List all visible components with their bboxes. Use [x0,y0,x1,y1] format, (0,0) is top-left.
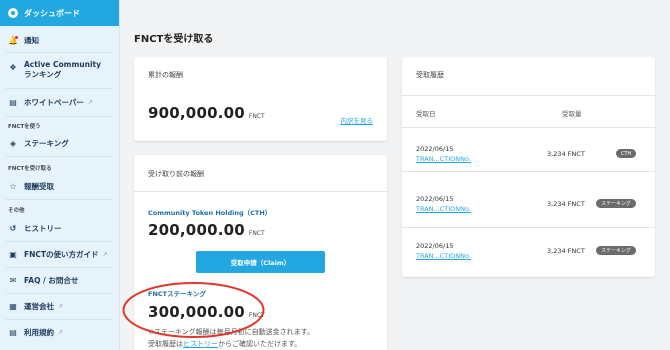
table-row: 2022/06/15 TRAN...CTIONNo. 3,234 FNCT ステ… [402,171,655,215]
row-date: 2022/06/15 [416,242,454,250]
sidebar-item-whitepaper[interactable]: ▤ ホワイトペーパー ↗ [0,96,93,108]
page-title: FNCTを受け取る [134,34,214,45]
mail-icon: ✉ [9,275,17,285]
layers-icon: ◈ [9,138,17,148]
staking-title: FNCTステーキング [148,290,206,298]
divider [6,199,113,200]
dashboard-icon [8,8,18,18]
sidebar-group-receive: FNCTを受け取る [8,166,52,172]
note-suffix: からご確認いただけます。 [218,340,302,348]
sidebar-item-label: FAQ / お問合せ [24,275,79,285]
pending-reward-card: 受け取り前の報酬 Community Token Holding（CTH） 20… [134,155,387,350]
staking-amount: 300,000.00 [148,303,245,321]
external-link-icon: ↗ [102,250,108,258]
document-icon: ▤ [9,327,17,337]
row-date: 2022/06/15 [416,145,454,153]
sidebar-item-ranking[interactable]: ❖ Active Community ランキング [0,60,118,82]
sidebar-item-label: 利用規約 [24,327,54,337]
trophy-icon: ❖ [9,63,17,72]
sidebar: ダッシュボード 🔔 通知 ❖ Active Community ランキング ▤ … [0,0,120,350]
cumulative-unit: FNCT [248,113,265,120]
history-link[interactable]: ヒストリー [183,340,218,348]
holding-amount: 200,000.00 [148,221,245,239]
row-transaction-link[interactable]: TRAN...CTIONNo. [416,155,471,163]
sidebar-item-dashboard[interactable]: ダッシュボード [0,0,119,26]
divider [6,156,113,157]
holding-unit: FNCT [248,230,265,237]
staking-note-line1: ※ステーキング報酬は毎月月初に自動送金されます。 [148,328,314,336]
sidebar-item-history[interactable]: ↺ ヒストリー [0,222,62,234]
type-badge: CTH [616,149,637,158]
holding-amount-row: 200,000.00 FNCT [148,221,265,239]
row-amount: 3,234 FNCT [547,150,585,158]
cumulative-amount-row: 900,000.00 FNCT [148,104,265,122]
row-transaction-link[interactable]: TRAN...CTIONNo. [416,205,471,213]
sidebar-item-notifications[interactable]: 🔔 通知 [0,34,39,46]
table-row: 2022/06/15 TRAN...CTIONNo. 3,234 FNCT ステ… [402,227,655,275]
sidebar-item-faq[interactable]: ✉ FAQ / お問合せ [0,274,79,286]
external-link-icon: ↗ [87,98,93,106]
divider [6,52,113,53]
sidebar-item-guide[interactable]: ▣ FNCTの使い方ガイド ↗ [0,248,108,260]
sidebar-item-label: 報酬受取 [24,181,54,191]
sidebar-group-use: FNCTを使う [8,124,41,130]
column-header-amount: 受取量 [562,110,582,118]
row-amount: 3,234 FNCT [547,247,585,255]
sidebar-item-label: 通知 [24,35,39,45]
divider [6,88,113,89]
divider [6,116,113,117]
staking-note-line2: 受取履歴はヒストリーからご確認いただけます。 [148,339,301,349]
claim-button[interactable]: 受取申請（Claim） [196,251,325,273]
breakdown-link[interactable]: 内訳を見る [341,115,374,125]
sidebar-item-label: ステーキング [24,138,69,148]
receipt-history-card: 受取履歴 受取日 受取量 2022/06/15 TRAN...CTIONNo. … [402,57,655,277]
sidebar-group-other: その他 [8,208,25,214]
divider [6,293,113,294]
divider [402,95,655,96]
sidebar-item-label: Active Community ランキング [24,60,102,79]
sidebar-item-label: ホワイトペーパー [24,97,84,107]
external-link-icon: ↗ [58,302,64,310]
sidebar-item-label: 運営会社 [24,301,54,311]
sidebar-item-label: ダッシュボード [24,8,80,18]
row-amount: 3,234 FNCT [547,200,585,208]
bell-icon: 🔔 [8,35,18,45]
external-link-icon: ↗ [58,328,64,336]
column-header-date: 受取日 [416,110,436,118]
divider [6,267,113,268]
pending-label: 受け取り前の報酬 [148,170,204,178]
cumulative-reward-card: 累計の報酬 900,000.00 FNCT 内訳を見る [134,57,387,141]
sidebar-item-reward-receive[interactable]: ☆ 報酬受取 [0,180,54,192]
cumulative-amount: 900,000.00 [148,104,245,122]
divider [134,191,387,192]
cumulative-label: 累計の報酬 [148,71,183,79]
type-badge: ステーキング [596,199,636,208]
staking-amount-row: 300,000.00 FNCT [148,303,265,321]
note-prefix: 受取履歴は [148,340,183,348]
row-date: 2022/06/15 [416,195,454,203]
staking-unit: FNCT [248,312,265,319]
type-badge: ステーキング [596,246,636,255]
star-icon: ☆ [9,181,17,191]
divider [6,319,113,320]
guide-icon: ▣ [9,249,17,259]
book-icon: ▤ [9,97,17,107]
table-row: 2022/06/15 TRAN...CTIONNo. 3,234 FNCT CT… [402,127,655,171]
history-title: 受取履歴 [416,71,444,79]
divider [6,241,113,242]
sidebar-item-label: ヒストリー [24,223,62,233]
history-icon: ↺ [9,223,17,233]
holding-title: Community Token Holding（CTH） [148,209,272,217]
sidebar-item-label: FNCTの使い方ガイド [24,249,99,259]
sidebar-item-staking[interactable]: ◈ ステーキング [0,137,69,149]
building-icon: ▦ [9,301,17,311]
row-transaction-link[interactable]: TRAN...CTIONNo. [416,252,471,260]
main-content: FNCTを受け取る 累計の報酬 900,000.00 FNCT 内訳を見る 受け… [120,0,670,350]
sidebar-item-terms[interactable]: ▤ 利用規約 ↗ [0,326,63,338]
sidebar-item-company[interactable]: ▦ 運営会社 ↗ [0,300,63,312]
